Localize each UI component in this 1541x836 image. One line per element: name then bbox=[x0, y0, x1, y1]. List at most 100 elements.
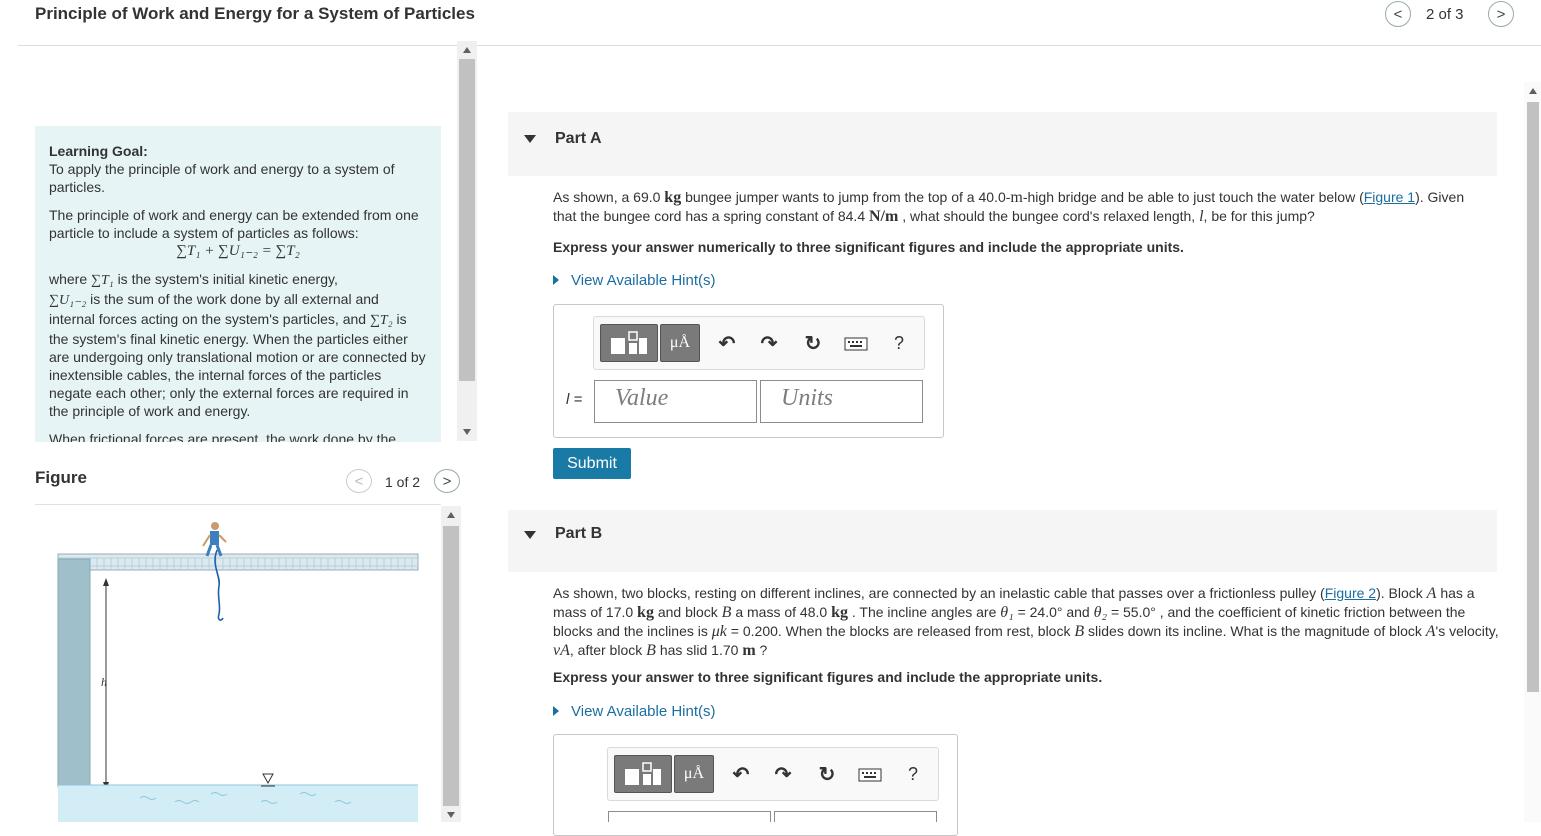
text-work-done: is the sum of the work done by all exter… bbox=[49, 291, 379, 327]
expand-triangle-icon[interactable] bbox=[553, 275, 559, 285]
work-energy-equation: ∑T₁ + ∑U₁₋₂ = ∑T₂ bbox=[176, 243, 300, 259]
part-a-label: Part A bbox=[555, 130, 602, 147]
scroll-up-arrow-icon[interactable] bbox=[1529, 88, 1537, 94]
value-input[interactable]: Value bbox=[594, 380, 757, 423]
text: . The incline angles are bbox=[851, 604, 997, 620]
figure-2-link[interactable]: Figure 2 bbox=[1325, 585, 1376, 601]
bungee-figure-illustration: h bbox=[57, 522, 419, 822]
scrollbar-thumb[interactable] bbox=[459, 59, 475, 381]
chevron-left-icon: < bbox=[1393, 5, 1403, 23]
keyboard-icon[interactable] bbox=[842, 332, 870, 356]
symbol-a: A bbox=[1425, 623, 1436, 640]
symbol-b: B bbox=[646, 642, 656, 659]
figure-counter: 1 of 2 bbox=[385, 474, 421, 490]
text: , be for this jump? bbox=[1203, 208, 1315, 224]
principle-intro: The principle of work and energy can be … bbox=[49, 207, 419, 241]
help-button[interactable]: ? bbox=[900, 761, 926, 787]
unit-m: m bbox=[1010, 189, 1023, 206]
symbol-b: B bbox=[1074, 623, 1085, 640]
scroll-down-arrow-icon[interactable] bbox=[463, 429, 471, 435]
text: , what should the bungee cord's relaxed … bbox=[902, 208, 1196, 224]
figure-previous-button[interactable]: < bbox=[346, 469, 372, 493]
height-label: h bbox=[101, 675, 107, 689]
units-input[interactable] bbox=[774, 811, 937, 822]
part-b-question: As shown, two blocks, resting on differe… bbox=[553, 584, 1499, 660]
page-scrollbar[interactable] bbox=[1524, 82, 1541, 822]
submit-button[interactable]: Submit bbox=[553, 448, 631, 479]
units-input[interactable]: Units bbox=[760, 380, 923, 423]
unit-m: m bbox=[742, 642, 756, 659]
undo-icon[interactable]: ↶ bbox=[728, 761, 754, 787]
templates-button[interactable] bbox=[614, 755, 672, 793]
chevron-right-icon: > bbox=[442, 472, 452, 490]
redo-icon[interactable]: ↷ bbox=[756, 330, 782, 356]
value-input[interactable] bbox=[608, 811, 771, 822]
unit-kg: kg bbox=[664, 189, 682, 206]
bridge-deck bbox=[57, 553, 419, 571]
page-title: Principle of Work and Energy for a Syste… bbox=[35, 4, 475, 23]
templates-icon bbox=[625, 762, 661, 785]
scroll-down-arrow-icon[interactable] bbox=[447, 812, 455, 818]
expand-triangle-icon[interactable] bbox=[553, 706, 559, 716]
text: ? bbox=[759, 642, 768, 658]
text: has slid 1.70 bbox=[659, 642, 739, 658]
text-initial-ke: is the system's initial kinetic energy, bbox=[117, 271, 338, 287]
figure-divider bbox=[35, 504, 441, 505]
bridge-pillar bbox=[57, 558, 91, 788]
part-a-header[interactable] bbox=[508, 112, 1497, 176]
symbol-b: B bbox=[721, 604, 732, 621]
part-a-hints-link[interactable]: View Available Hint(s) bbox=[571, 272, 716, 289]
collapse-caret-icon[interactable] bbox=[524, 135, 536, 143]
unit-n-per-m: N/m bbox=[869, 208, 899, 225]
part-b-instruction: Express your answer to three significant… bbox=[553, 669, 1103, 685]
text: , after block bbox=[569, 642, 643, 658]
previous-item-button[interactable]: < bbox=[1385, 1, 1411, 27]
principle-explanation: where ∑T₁ is the system's initial kineti… bbox=[49, 270, 427, 420]
undo-icon[interactable]: ↶ bbox=[714, 330, 740, 356]
chevron-left-icon: < bbox=[354, 472, 364, 490]
help-button[interactable]: ? bbox=[886, 330, 912, 356]
text: As shown, two blocks, resting on differe… bbox=[553, 585, 1325, 601]
item-counter: 2 of 3 bbox=[1426, 6, 1464, 23]
scrollbar-thumb[interactable] bbox=[443, 526, 459, 806]
text: bungee jumper wants to jump from the top… bbox=[685, 189, 1011, 205]
learning-goal-description: To apply the principle of work and energ… bbox=[49, 161, 395, 195]
variable-label-l: l = bbox=[566, 391, 583, 408]
symbol-sum-t1: ∑T₁ bbox=[91, 273, 114, 288]
text: As shown, a 69.0 bbox=[553, 189, 661, 205]
keyboard-icon[interactable] bbox=[856, 763, 884, 787]
symbol-mu-k: μk bbox=[711, 623, 727, 640]
symbol-v-a: vA bbox=[553, 642, 570, 659]
friction-paragraph: When frictional forces are present, the … bbox=[49, 431, 397, 442]
templates-icon bbox=[611, 331, 647, 354]
text: 's velocity, bbox=[1435, 623, 1499, 639]
symbols-button[interactable]: μÅ bbox=[660, 324, 700, 362]
scroll-up-arrow-icon[interactable] bbox=[463, 47, 471, 53]
symbol-sum-t2: ∑T₂ bbox=[369, 313, 393, 328]
figure-title: Figure bbox=[35, 468, 87, 487]
redo-icon[interactable]: ↷ bbox=[770, 761, 796, 787]
symbol-sum-u12: ∑U₁₋₂ bbox=[49, 293, 87, 308]
scrollbar-thumb[interactable] bbox=[1527, 102, 1539, 692]
figure-scrollbar[interactable] bbox=[441, 506, 461, 822]
reset-icon[interactable]: ↻ bbox=[800, 330, 826, 356]
text: -high bridge and be able to just touch t… bbox=[1022, 189, 1364, 205]
symbol-a: A bbox=[1426, 585, 1437, 602]
part-b-header[interactable] bbox=[508, 510, 1497, 572]
learning-goal-scrollbar[interactable] bbox=[457, 41, 477, 441]
figure-next-button[interactable]: > bbox=[434, 469, 460, 493]
learning-goal-text: Learning Goal: To apply the principle of… bbox=[49, 142, 427, 196]
templates-button[interactable] bbox=[600, 324, 658, 362]
figure-1-link[interactable]: Figure 1 bbox=[1364, 189, 1415, 205]
collapse-caret-icon[interactable] bbox=[524, 531, 536, 539]
part-b-hints-link[interactable]: View Available Hint(s) bbox=[571, 703, 716, 720]
text: ). Block bbox=[1376, 585, 1423, 601]
symbols-button[interactable]: μÅ bbox=[674, 755, 714, 793]
reset-icon[interactable]: ↻ bbox=[814, 761, 840, 787]
next-item-button[interactable]: > bbox=[1488, 1, 1514, 27]
part-b-label: Part B bbox=[555, 525, 603, 542]
text: = 0.200. When the blocks are released fr… bbox=[730, 623, 1071, 639]
header-divider bbox=[18, 45, 1541, 46]
scroll-up-arrow-icon[interactable] bbox=[447, 512, 455, 518]
arrow-up-icon bbox=[103, 578, 109, 586]
